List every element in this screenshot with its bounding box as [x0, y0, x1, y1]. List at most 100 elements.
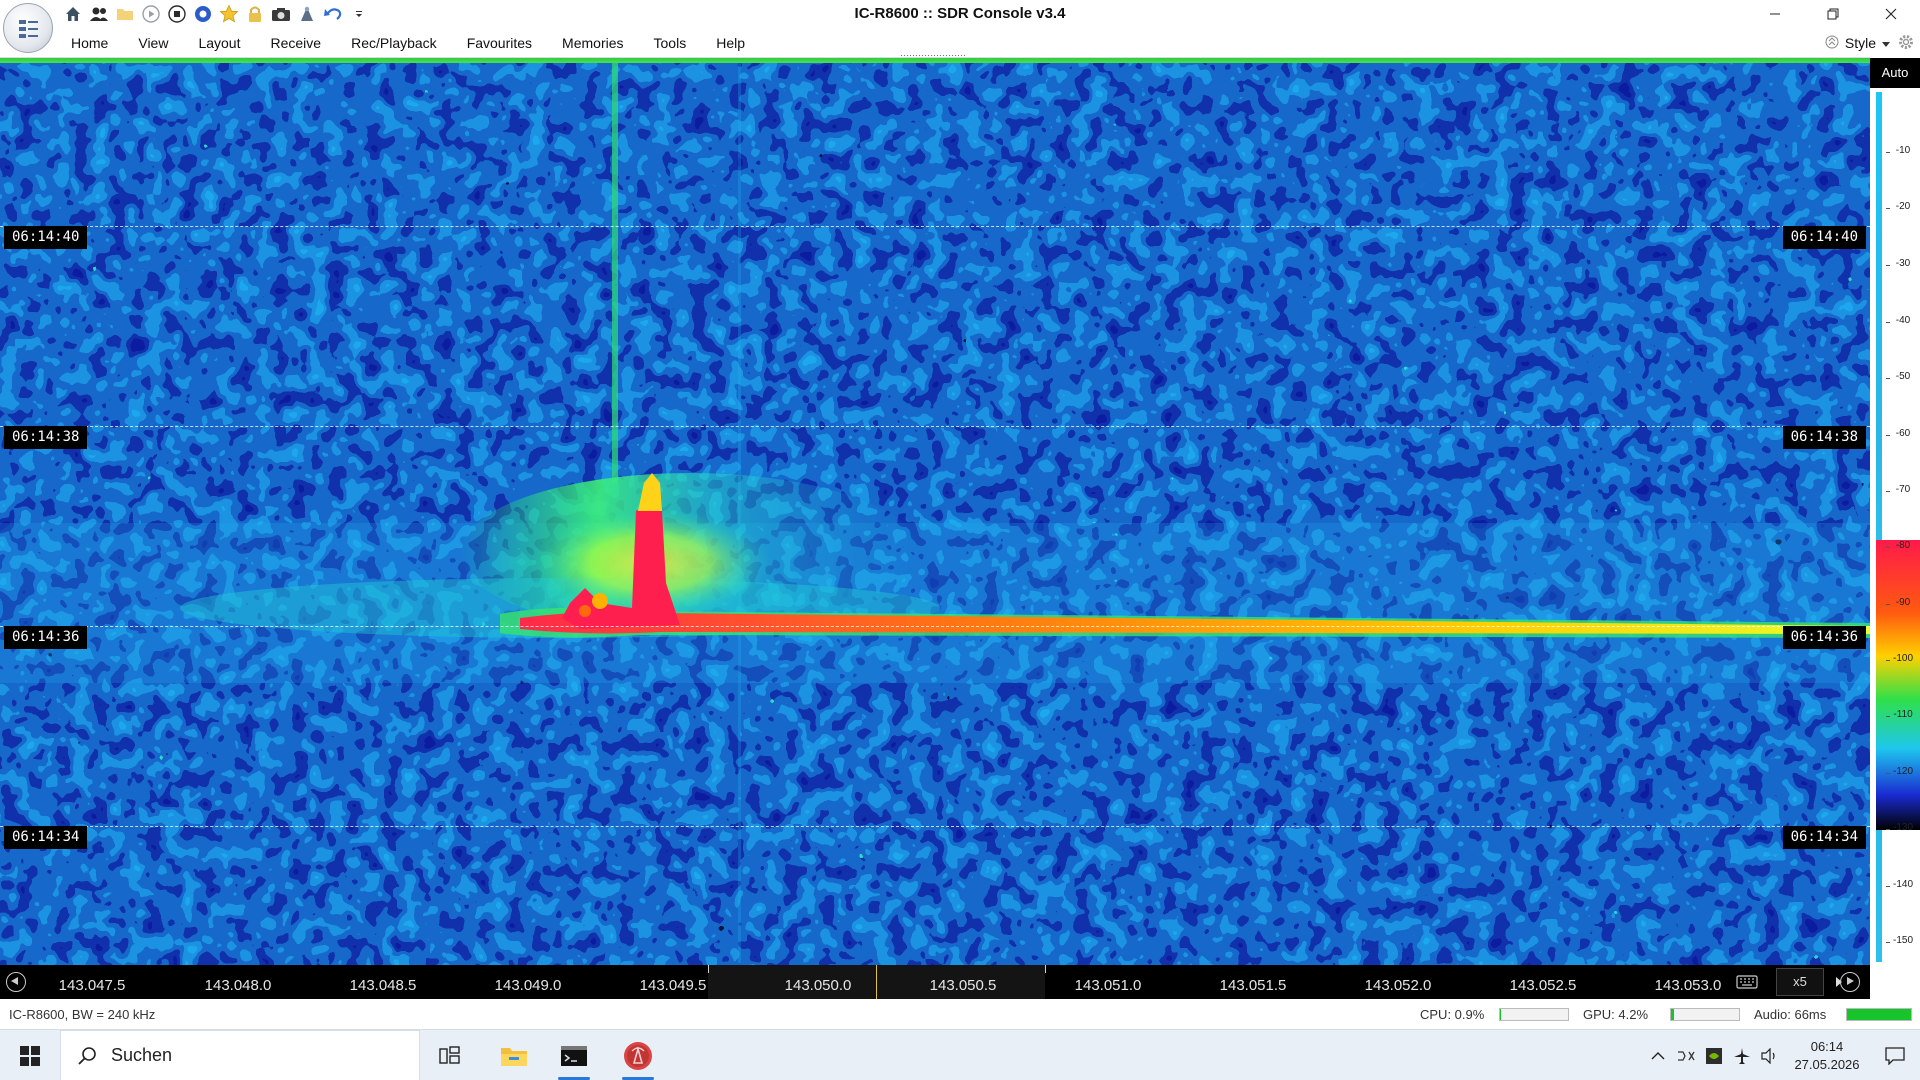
time-marker-right: 06:14:34: [1782, 826, 1866, 849]
status-bar: IC-R8600, BW = 240 kHz CPU: 0.9% GPU: 4.…: [0, 999, 1920, 1029]
quick-access-toolbar: [62, 2, 370, 26]
windows-logo-icon: [20, 1045, 40, 1066]
db-tick: -140: [1886, 879, 1920, 890]
time-marker-left: 06:14:38: [4, 426, 88, 449]
scroll-right-icon[interactable]: [1840, 972, 1860, 992]
scroll-left-icon[interactable]: [6, 972, 26, 992]
undo-icon[interactable]: [322, 3, 344, 25]
taskbar-terminal[interactable]: [546, 1030, 602, 1080]
time-marker-right: 06:14:38: [1782, 426, 1866, 449]
keyboard-icon[interactable]: [1722, 965, 1772, 999]
users-icon[interactable]: [88, 3, 110, 25]
lock-icon[interactable]: [244, 3, 266, 25]
app-menu-icon: [19, 20, 38, 38]
style-menu[interactable]: Style: [1845, 35, 1876, 51]
db-tick: -10: [1886, 145, 1920, 156]
record-icon[interactable]: [192, 3, 214, 25]
waterfall-image: [0, 63, 1870, 965]
close-button[interactable]: [1862, 0, 1920, 28]
menu-help[interactable]: Help: [701, 28, 760, 58]
freq-label: 143.049.5: [639, 977, 707, 994]
db-tick: -130: [1886, 822, 1920, 833]
home-icon[interactable]: [62, 3, 84, 25]
menu-receive[interactable]: Receive: [256, 28, 337, 58]
time-gridline: [0, 626, 1870, 627]
window-controls: [1746, 0, 1920, 28]
play-icon[interactable]: [140, 3, 162, 25]
tuned-frequency-marker: [876, 965, 877, 999]
notification-center-icon[interactable]: [1870, 1030, 1920, 1080]
stop-icon[interactable]: [166, 3, 188, 25]
db-level-bar: [1876, 92, 1882, 962]
taskbar-sdr-console[interactable]: [610, 1030, 666, 1080]
dropdown-icon[interactable]: [348, 3, 370, 25]
freq-label: 143.051.5: [1219, 977, 1287, 994]
task-view-button[interactable]: [422, 1030, 478, 1080]
search-placeholder: Suchen: [111, 1045, 173, 1065]
task-view-icon: [439, 1045, 460, 1064]
menu-tools[interactable]: Tools: [639, 28, 702, 58]
taskbar-clock[interactable]: 06:14 27.05.2026: [1784, 1038, 1870, 1074]
freq-label: 143.052.5: [1509, 977, 1577, 994]
nvidia-icon[interactable]: [1700, 1030, 1728, 1080]
frequency-axis[interactable]: 143.047.5 143.048.0 143.048.5 143.049.0 …: [0, 965, 1870, 999]
app-menu-button[interactable]: [3, 3, 53, 53]
show-hidden-icons-chevron-icon[interactable]: [1644, 1030, 1672, 1080]
freq-label: 143.050.5: [929, 977, 997, 994]
db-tick: -100: [1886, 653, 1920, 664]
windows-taskbar: Suchen 06:14 27.05.2026: [0, 1029, 1920, 1080]
db-tick: -50: [1886, 371, 1920, 382]
chevron-down-icon[interactable]: [1882, 35, 1890, 51]
taskbar-file-explorer[interactable]: [486, 1030, 542, 1080]
panel-resize-grip[interactable]: [900, 54, 966, 57]
menu-home[interactable]: Home: [58, 28, 123, 58]
gpu-meter: [1670, 1008, 1740, 1021]
db-tick: -150: [1886, 935, 1920, 946]
freq-label: 143.049.0: [494, 977, 562, 994]
collapse-ribbon-icon[interactable]: [1825, 33, 1839, 54]
menu-bar: Home View Layout Receive Rec/Playback Fa…: [0, 28, 1920, 58]
restore-button[interactable]: [1804, 0, 1862, 28]
minimize-button[interactable]: [1746, 0, 1804, 28]
cpu-meter: [1499, 1008, 1569, 1021]
freq-label: 143.047.5: [58, 977, 126, 994]
beacon-icon[interactable]: [296, 3, 318, 25]
menu-view[interactable]: View: [123, 28, 183, 58]
clock-time: 06:14: [1810, 1038, 1844, 1054]
waterfall-display[interactable]: 06:14:40 06:14:40 06:14:38 06:14:38 06:1…: [0, 63, 1870, 965]
freq-label: 143.053.0: [1654, 977, 1722, 994]
device-icon[interactable]: [1672, 1030, 1700, 1080]
audio-meter: [1846, 1008, 1912, 1021]
time-gridline: [0, 426, 1870, 427]
db-tick: -70: [1886, 484, 1920, 495]
zoom-select[interactable]: x5: [1776, 968, 1824, 996]
volume-icon[interactable]: [1756, 1030, 1784, 1080]
db-tick: -40: [1886, 315, 1920, 326]
sdr-console-icon: [624, 1041, 652, 1070]
freq-label: 143.050.0: [784, 977, 852, 994]
db-tick: -90: [1886, 597, 1920, 608]
folder-icon[interactable]: [114, 3, 136, 25]
clock-date: 27.05.2026: [1794, 1056, 1860, 1072]
taskbar-search[interactable]: Suchen: [60, 1030, 420, 1080]
start-button[interactable]: [0, 1030, 60, 1080]
menu-layout[interactable]: Layout: [183, 28, 255, 58]
db-ticks: -10 -20 -30 -40 -50 -60 -70 -80 -90 -100…: [1886, 92, 1920, 962]
auto-scale-button[interactable]: Auto: [1870, 58, 1920, 88]
airplane-mode-icon[interactable]: [1728, 1030, 1756, 1080]
db-color-map: [1876, 540, 1920, 830]
time-marker-left: 06:14:40: [4, 226, 88, 249]
terminal-icon: [561, 1045, 587, 1066]
camera-icon[interactable]: [270, 3, 292, 25]
menu-memories[interactable]: Memories: [547, 28, 638, 58]
cpu-status: CPU: 0.9%: [1420, 1007, 1485, 1022]
menu-favourites[interactable]: Favourites: [452, 28, 547, 58]
menu-rec-playback[interactable]: Rec/Playback: [336, 28, 452, 58]
favourite-star-icon[interactable]: [218, 3, 240, 25]
file-explorer-icon: [501, 1047, 527, 1066]
time-marker-right: 06:14:36: [1782, 626, 1866, 649]
freq-label: 143.052.0: [1364, 977, 1432, 994]
gpu-status: GPU: 4.2%: [1583, 1007, 1649, 1022]
time-marker-right: 06:14:40: [1782, 226, 1866, 249]
db-tick: -120: [1886, 766, 1920, 777]
